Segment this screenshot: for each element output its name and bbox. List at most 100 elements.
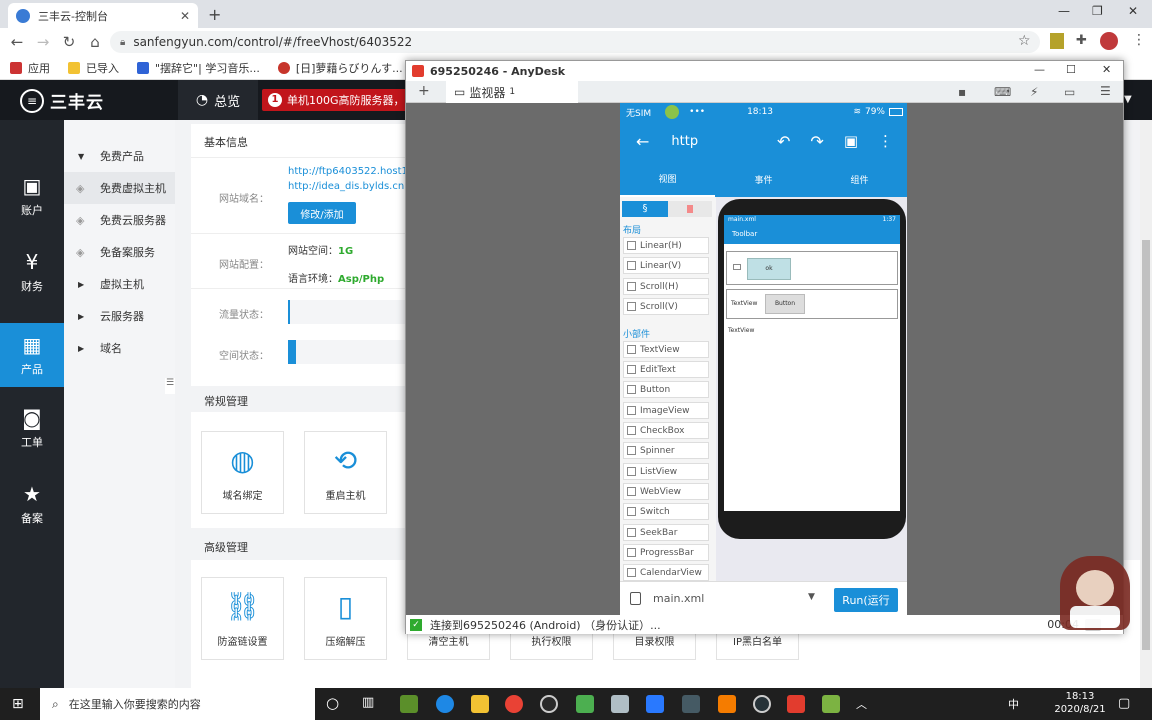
run-button[interactable]: Run(运行 xyxy=(834,588,898,612)
palette-webview[interactable]: WebView xyxy=(623,483,709,500)
close-tab-icon[interactable]: ✕ xyxy=(180,9,190,23)
palette-linear-v[interactable]: Linear(V) xyxy=(623,257,709,274)
windows-start-icon[interactable]: ⊞ xyxy=(12,696,24,712)
extension-icon[interactable] xyxy=(1050,33,1064,49)
edge-icon[interactable] xyxy=(436,695,454,713)
palette-scroll-h[interactable]: Scroll(H) xyxy=(623,278,709,295)
app-icon[interactable] xyxy=(822,695,840,713)
notification-icon[interactable]: ▢ xyxy=(1118,696,1130,711)
palette-checkbox[interactable]: CheckBox xyxy=(623,422,709,439)
subnav-free-cloud[interactable]: ◈ 免费云服务器 xyxy=(64,204,175,236)
home-icon[interactable]: ⌂ xyxy=(82,33,108,51)
nav-filing[interactable]: ★ 备案 xyxy=(0,472,64,536)
palette-spinner[interactable]: Spinner xyxy=(623,442,709,459)
taskbar-clock[interactable]: 18:13 2020/8/21 xyxy=(1050,690,1110,716)
chrome-icon[interactable] xyxy=(505,695,523,713)
preview-linear-2[interactable]: TextView Button xyxy=(726,289,898,319)
subnav-cloud[interactable]: ▶ 云服务器 xyxy=(64,300,175,332)
task-view-icon[interactable]: ▥ xyxy=(362,695,374,710)
palette-tab-other[interactable] xyxy=(668,201,712,217)
palette-tab-active[interactable]: § xyxy=(622,201,668,217)
palette-scroll-v[interactable]: Scroll(V) xyxy=(623,298,709,315)
subnav-free-vhost[interactable]: ◈ 免费虚拟主机 xyxy=(64,172,175,204)
undo-icon[interactable]: ↶ xyxy=(777,132,790,151)
app-icon[interactable] xyxy=(611,695,629,713)
palette-seekbar[interactable]: SeekBar xyxy=(623,524,709,541)
browser-tab[interactable]: 三丰云-控制台 ✕ xyxy=(8,3,198,28)
nav-finance[interactable]: ¥ 财务 xyxy=(0,240,64,304)
palette-progressbar[interactable]: ProgressBar xyxy=(623,544,709,561)
palette-edittext[interactable]: EditText xyxy=(623,361,709,378)
modify-domain-button[interactable]: 修改/添加 xyxy=(288,202,356,224)
new-tab-button[interactable]: + xyxy=(208,5,221,24)
preview-linear-1[interactable]: ok xyxy=(726,251,898,285)
display-icon[interactable]: ▭ xyxy=(1064,85,1075,99)
action-icon[interactable]: ⚡ xyxy=(1030,85,1038,99)
overview-button[interactable]: ◔ 总览 xyxy=(178,80,258,120)
app-icon[interactable] xyxy=(576,695,594,713)
obs-icon[interactable] xyxy=(753,695,771,713)
subnav-no-filing[interactable]: ◈ 免备案服务 xyxy=(64,236,175,268)
close-icon[interactable]: ✕ xyxy=(1102,63,1111,76)
redo-icon[interactable]: ↷ xyxy=(810,132,823,151)
palette-imageview[interactable]: ImageView xyxy=(623,402,709,419)
tile-restart-host[interactable]: ⟲ 重启主机 xyxy=(304,431,387,514)
back-icon[interactable]: ← xyxy=(4,33,30,51)
bookmark-star-icon[interactable]: ☆ xyxy=(1018,33,1031,49)
add-tab-icon[interactable]: + xyxy=(418,83,430,99)
nav-products[interactable]: ▦ 产品 xyxy=(0,323,64,387)
file-selector[interactable]: main.xml xyxy=(653,592,704,605)
collapse-icon[interactable]: ☰ xyxy=(165,378,175,394)
vscode-icon[interactable] xyxy=(646,695,664,713)
reload-icon[interactable]: ↻ xyxy=(56,33,82,51)
preview-edittext[interactable] xyxy=(733,264,741,270)
anydesk-taskbar-icon[interactable] xyxy=(787,695,805,713)
palette-textview[interactable]: TextView xyxy=(623,341,709,358)
monitor-tab[interactable]: ▭ 监视器 1 xyxy=(446,81,578,103)
close-window-icon[interactable]: ✕ xyxy=(1128,4,1138,18)
url-input[interactable]: 🔒︎ sanfengyun.com/control/#/freeVhost/64… xyxy=(110,31,1040,53)
menu-icon[interactable]: ☰ xyxy=(1100,84,1111,98)
nav-account[interactable]: ▣ 账户 xyxy=(0,164,64,228)
save-icon[interactable]: ▣ xyxy=(844,132,858,150)
palette-linear-h[interactable]: Linear(H) xyxy=(623,237,709,254)
ime-indicator[interactable]: 中 xyxy=(1008,696,1019,712)
subnav-vhost[interactable]: ▶ 虚拟主机 xyxy=(64,268,175,300)
domain-link-2[interactable]: http://idea_dis.bylds.cn xyxy=(288,181,404,192)
tab-view[interactable]: 视图 xyxy=(620,161,715,197)
scrollbar-thumb[interactable] xyxy=(1142,240,1150,650)
tile-compress[interactable]: ▯ 压缩解压 xyxy=(304,577,387,660)
minimize-icon[interactable]: — xyxy=(1034,63,1045,76)
site-logo[interactable]: ≡ 三丰云 xyxy=(20,88,104,113)
preview-ok-button[interactable]: ok xyxy=(747,258,791,280)
cortana-icon[interactable]: ○ xyxy=(326,694,339,712)
restore-icon[interactable]: ❐ xyxy=(1092,4,1103,18)
tab-events[interactable]: 事件 xyxy=(716,161,811,197)
preview-toolbar[interactable]: Toolbar xyxy=(724,224,900,244)
avatar[interactable] xyxy=(1100,32,1118,50)
forward-icon[interactable]: → xyxy=(30,33,56,51)
maximize-icon[interactable]: ☐ xyxy=(1066,63,1076,76)
taskbar-search[interactable]: ⌕ 在这里输入你要搜索的内容 xyxy=(40,688,315,720)
page-scrollbar[interactable] xyxy=(1140,120,1152,688)
back-arrow-icon[interactable]: ← xyxy=(636,132,649,151)
file-explorer-icon[interactable] xyxy=(471,695,489,713)
menu-dots-icon[interactable]: ⋮ xyxy=(1132,32,1146,48)
xbox-icon[interactable] xyxy=(540,695,558,713)
bookmark-music[interactable]: "摆辞它"| 学习音乐... xyxy=(137,60,260,76)
puzzle-icon[interactable]: ✚ xyxy=(1076,33,1087,48)
overflow-menu-icon[interactable]: ⋮ xyxy=(878,132,893,150)
preview-button[interactable]: Button xyxy=(765,294,805,314)
app-icon[interactable] xyxy=(400,695,418,713)
subnav-domain[interactable]: ▶ 域名 xyxy=(64,332,175,364)
nav-tickets[interactable]: ◙ 工单 xyxy=(0,396,64,460)
user-dropdown-icon[interactable]: ▼ xyxy=(1124,94,1132,105)
keyboard-icon[interactable]: ⌨ xyxy=(994,85,1011,99)
bookmark-imported[interactable]: 已导入 xyxy=(68,60,119,76)
bookmark-apps[interactable]: 应用 xyxy=(10,60,50,76)
bookmark-labyrinth[interactable]: [日]萝藉らびりんす... xyxy=(277,60,403,76)
app-icon[interactable] xyxy=(682,695,700,713)
palette-switch[interactable]: Switch xyxy=(623,503,709,520)
palette-button[interactable]: Button xyxy=(623,381,709,398)
palette-listview[interactable]: ListView xyxy=(623,463,709,480)
